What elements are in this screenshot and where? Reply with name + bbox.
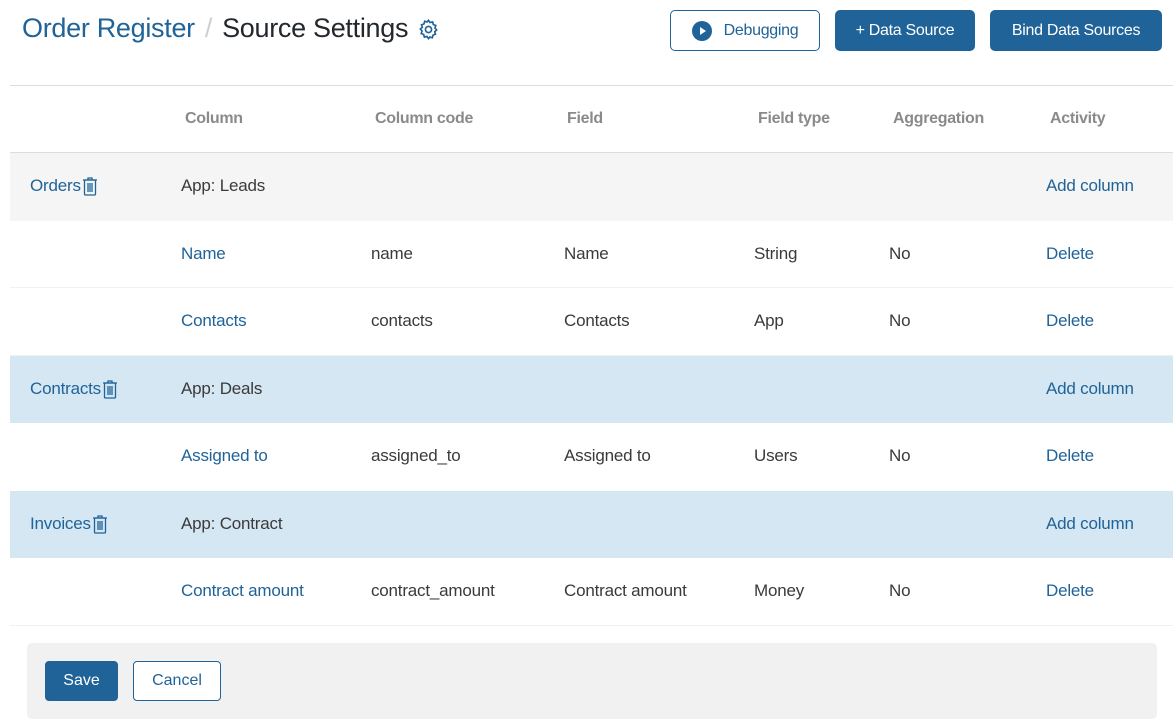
trash-icon[interactable] [102, 379, 118, 399]
source-app: App: Deals [181, 378, 263, 398]
source-settings-table: Column Column code Field Field type Aggr… [10, 85, 1173, 626]
source-group-row: Orders App: Leads Add column [10, 153, 1173, 221]
delete-link[interactable]: Delete [1046, 446, 1094, 466]
source-group-row: Contracts App: Deals Add column [10, 355, 1173, 423]
table-row: Contacts contacts Contacts App No Delete [10, 288, 1173, 356]
breadcrumb-order-register-link[interactable]: Order Register [22, 13, 195, 44]
column-header-aggregation: Aggregation [893, 110, 984, 127]
table-header: Column Column code Field Field type Aggr… [10, 85, 1173, 153]
bind-data-sources-button[interactable]: Bind Data Sources [990, 10, 1162, 51]
trash-icon[interactable] [92, 514, 108, 534]
column-header-activity: Activity [1050, 110, 1106, 127]
breadcrumb-separator: / [204, 13, 213, 43]
source-group-row: Invoices App: Contract Add column [10, 490, 1173, 558]
column-code: contacts [371, 311, 433, 330]
source-app: App: Leads [181, 176, 266, 195]
field-name: Contract amount [564, 581, 687, 600]
save-button[interactable]: Save [45, 661, 118, 701]
aggregation: No [889, 581, 911, 600]
column-code: name [371, 243, 413, 263]
delete-link[interactable]: Delete [1046, 581, 1094, 601]
aggregation: No [889, 446, 911, 465]
source-name: Invoices [30, 514, 108, 534]
cancel-button[interactable]: Cancel [133, 661, 221, 701]
form-footer: Save Cancel [27, 643, 1157, 719]
debugging-button-label: Debugging [723, 21, 799, 39]
source-name: Contracts [30, 379, 118, 399]
source-name-link[interactable]: Contracts [30, 379, 101, 399]
source-name-link[interactable]: Invoices [30, 514, 91, 534]
field-name: Contacts [564, 311, 630, 330]
field-type: Users [754, 446, 798, 465]
column-name-link[interactable]: Contract amount [181, 581, 304, 601]
add-data-source-button[interactable]: + Data Source [835, 10, 975, 51]
delete-link[interactable]: Delete [1046, 244, 1094, 264]
page-title: Source Settings [222, 13, 409, 43]
source-app: App: Contract [181, 513, 283, 533]
column-name-link[interactable]: Assigned to [181, 446, 268, 466]
field-type: Money [754, 581, 805, 600]
column-header-column-code: Column code [375, 110, 474, 127]
aggregation: No [889, 311, 911, 330]
trash-icon[interactable] [82, 176, 98, 196]
page-header: Order Register / Source Settings Debuggi… [0, 0, 1173, 70]
column-header-column: Column [185, 110, 243, 127]
breadcrumb: Order Register / Source Settings [22, 13, 440, 44]
table-row: Contract amount contract_amount Contract… [10, 558, 1173, 626]
add-column-link[interactable]: Add column [1046, 379, 1134, 399]
gear-icon[interactable] [417, 17, 440, 40]
column-header-field-type: Field type [758, 110, 830, 127]
source-name: Orders [30, 176, 98, 196]
add-column-link[interactable]: Add column [1046, 176, 1134, 196]
column-header-field: Field [567, 110, 603, 127]
field-name: Name [564, 243, 609, 263]
column-code: contract_amount [371, 581, 495, 600]
table-row: Assigned to assigned_to Assigned to User… [10, 423, 1173, 491]
field-type: App [754, 311, 784, 330]
delete-link[interactable]: Delete [1046, 311, 1094, 331]
debugging-button[interactable]: Debugging [670, 10, 820, 51]
field-type: String [754, 243, 798, 263]
field-name: Assigned to [564, 446, 651, 465]
source-name-link[interactable]: Orders [30, 176, 81, 196]
column-code: assigned_to [371, 446, 461, 465]
column-name-link[interactable]: Name [181, 244, 226, 264]
add-column-link[interactable]: Add column [1046, 514, 1134, 534]
column-name-link[interactable]: Contacts [181, 311, 247, 331]
play-circle-icon [691, 20, 712, 41]
table-row: Name name Name String No Delete [10, 221, 1173, 288]
aggregation: No [889, 243, 911, 263]
